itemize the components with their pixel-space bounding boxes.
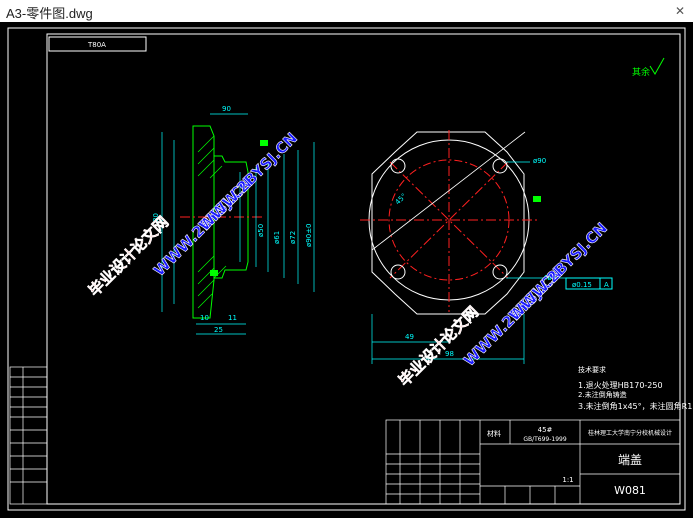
stamp-text: T80A [87, 41, 106, 49]
svg-text:1.退火处理HB170-250: 1.退火处理HB170-250 [578, 380, 663, 390]
title-scale: 1:1 [562, 476, 573, 484]
cad-canvas[interactable]: T80A 其余 90 80 ø50 ø61 ø72 ø90±0 10 11 25… [0, 22, 693, 518]
dim-angle: 45° [394, 192, 408, 206]
title-part-name: 端盖 [618, 453, 642, 467]
title-material-label: 材料 [487, 429, 501, 438]
drawing-svg: T80A 其余 90 80 ø50 ø61 ø72 ø90±0 10 11 25… [7, 27, 692, 511]
roughness-symbol-icon [649, 57, 665, 75]
title-drawing-no: W081 [614, 484, 646, 497]
title-material: 45# [538, 426, 553, 434]
svg-text:3.未注倒角1x45°，未注圆角R1: 3.未注倒角1x45°，未注圆角R1 [578, 401, 692, 411]
inner-frame [46, 33, 681, 505]
svg-text:技术要求: 技术要求 [578, 365, 606, 374]
close-icon[interactable]: ✕ [673, 4, 687, 18]
window-title: A3-零件图.dwg [6, 6, 93, 21]
watermark-cn-2: 毕业设计论文网 [395, 303, 482, 390]
tech-requirements: 技术要求 1.退火处理HB170-250 2.未注倒角铸造 3.未注倒角1x45… [578, 365, 692, 411]
roughness-other: 其余 [632, 66, 650, 78]
tolerance-datum: A [604, 281, 609, 289]
dim-61: ø61 [273, 231, 281, 244]
tolerance-value: ø0.15 [572, 281, 592, 289]
dim-pcd: ø90 [533, 157, 546, 165]
watermark-group: 毕业设计论文网 WWW.2BYSJ.CN WWW.2BYSJ.CN 毕业设计论文… [85, 129, 611, 390]
svg-text:2.未注倒角铸造: 2.未注倒角铸造 [578, 390, 627, 399]
dim-top: 90 [222, 105, 231, 113]
watermark-cn-1: 毕业设计论文网 [85, 213, 172, 300]
dim-72: ø72 [289, 231, 297, 244]
dim-25: 25 [214, 326, 223, 334]
watermark-url-4: WWW.2BYSJ.CN [505, 219, 611, 325]
title-standard: GB/T699-1999 [523, 436, 567, 443]
window-titlebar: A3-零件图.dwg ✕ [0, 0, 693, 23]
dim-11: 11 [228, 314, 237, 322]
dim-90: ø90±0 [305, 223, 313, 247]
dim-50: ø50 [257, 224, 265, 237]
dim-half: 49 [405, 333, 414, 341]
title-school: 桂林理工大学南宁分校机械设计 [588, 429, 672, 437]
left-side-table [9, 366, 48, 505]
dim-10: 10 [200, 314, 209, 322]
